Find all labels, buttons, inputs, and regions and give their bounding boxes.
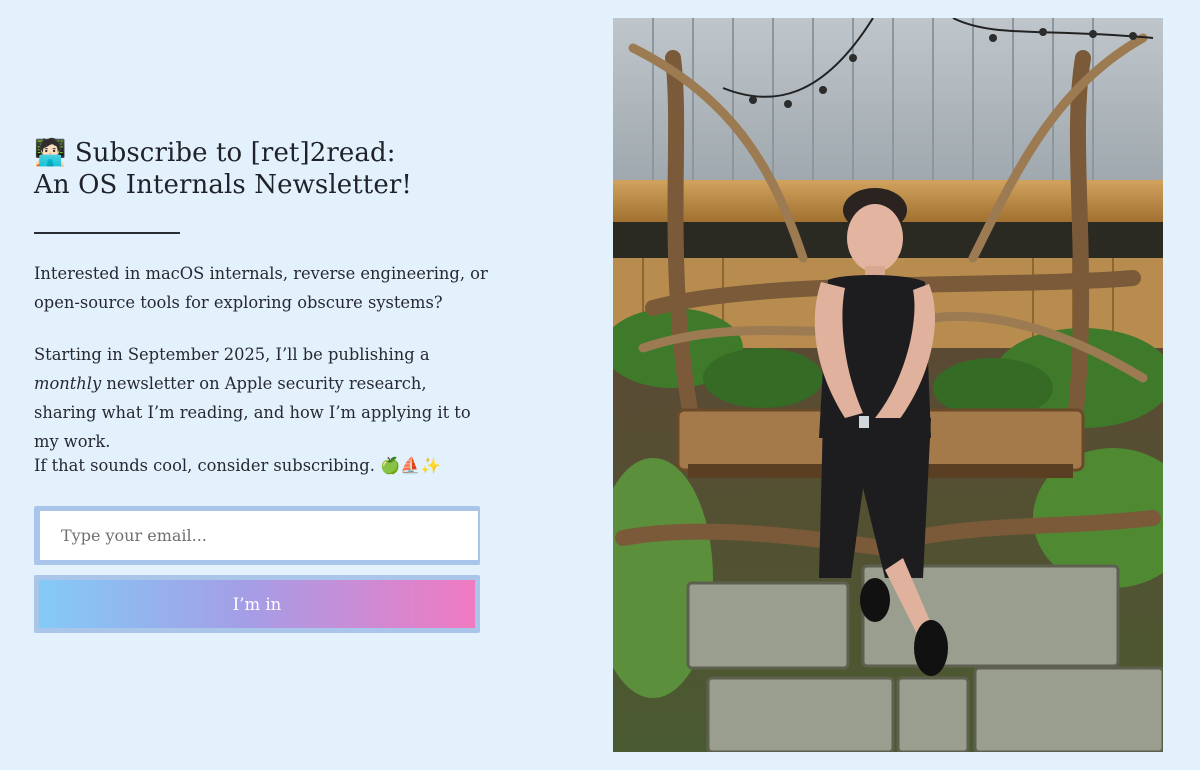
apple-boat-sparkles-emoji-icon: 🍏⛵✨ — [380, 456, 441, 475]
cta-paragraph: If that sounds cool, consider subscribin… — [34, 451, 489, 480]
schedule-paragraph: Starting in September 2025, I’ll be publ… — [34, 340, 489, 456]
submit-button-frame: I’m in — [34, 575, 480, 633]
newsletter-signup-panel: 🧑🏻‍💻 Subscribe to [ret]2read: An OS Inter… — [34, 0, 504, 770]
subscribe-button[interactable]: I’m in — [39, 580, 475, 628]
author-photo-illustration — [613, 18, 1163, 752]
email-input[interactable] — [40, 511, 478, 560]
title-divider — [34, 232, 180, 234]
cta-text: If that sounds cool, consider subscribin… — [34, 456, 375, 475]
email-field-frame — [34, 506, 480, 565]
schedule-emphasis: monthly — [34, 374, 102, 393]
technologist-emoji-icon: 🧑🏻‍💻 — [34, 138, 67, 168]
newsletter-title: 🧑🏻‍💻 Subscribe to [ret]2read: An OS Inter… — [34, 137, 504, 201]
schedule-text-before: Starting in September 2025, I’ll be publ… — [34, 345, 430, 364]
intro-paragraph: Interested in macOS internals, reverse e… — [34, 264, 488, 312]
author-photo — [613, 18, 1163, 752]
title-line-1: Subscribe to [ret]2read: — [74, 138, 396, 168]
title-line-2: An OS Internals Newsletter! — [34, 170, 412, 200]
